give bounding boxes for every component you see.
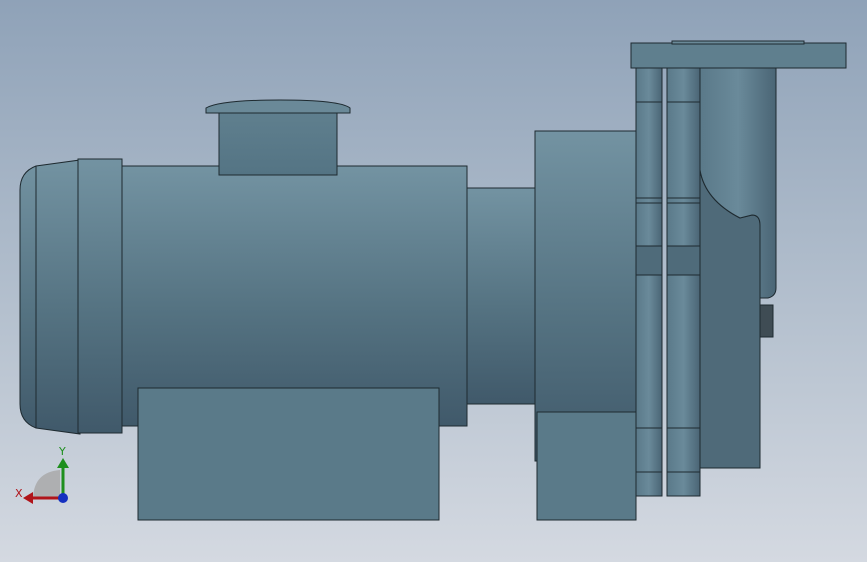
pump-model-drawing[interactable]: Y X: [0, 0, 867, 562]
x-axis-label: X: [15, 487, 23, 500]
axis-triad: Y X: [15, 445, 69, 504]
triad-plane: [33, 470, 60, 498]
terminal-box-lid: [205, 99, 351, 114]
z-axis-dot: [58, 493, 68, 503]
terminal-box: [218, 112, 338, 176]
discharge-flange: [630, 42, 847, 69]
coupling-neck: [466, 187, 538, 405]
flange-plate-2: [666, 64, 701, 497]
motor-foot: [137, 387, 440, 521]
discharge-flange-lip: [671, 40, 805, 45]
fan-cover: [19, 159, 81, 435]
motor-body: [121, 165, 468, 427]
pump-foot: [536, 411, 637, 521]
fan-cover-band: [77, 158, 123, 434]
cad-viewport[interactable]: Y X: [0, 0, 867, 562]
flange-plate-1: [635, 64, 663, 497]
y-axis-arrow: [57, 458, 69, 468]
x-axis-arrow: [23, 492, 33, 504]
y-axis-label: Y: [58, 445, 66, 458]
shaft-stub: [759, 304, 774, 338]
